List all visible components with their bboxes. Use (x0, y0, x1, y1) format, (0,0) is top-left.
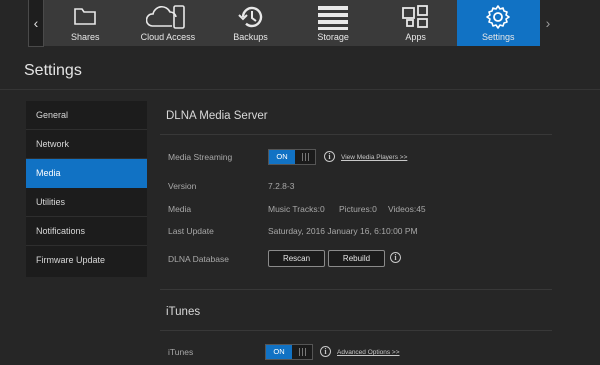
sidebar-item-network[interactable]: Network (26, 130, 147, 159)
nav-item-settings[interactable]: Settings (456, 0, 540, 46)
itunes-label: iTunes (168, 347, 194, 357)
sidebar-item-general[interactable]: General (26, 101, 147, 130)
dlna-database-label: DLNA Database (168, 254, 229, 264)
divider (0, 89, 600, 90)
view-media-players-link[interactable]: View Media Players >> (341, 154, 407, 161)
nav-item-label: Shares (71, 32, 100, 42)
itunes-toggle[interactable]: ON (265, 344, 313, 360)
page-title: Settings (24, 62, 82, 79)
media-label: Media (168, 204, 192, 214)
videos-count: Videos:45 (388, 204, 426, 214)
toggle-grip (292, 345, 312, 359)
divider (160, 330, 552, 331)
nav-item-backups[interactable]: Backups (209, 0, 292, 46)
nav-item-label: Apps (405, 32, 426, 42)
dlna-section-title: DLNA Media Server (166, 110, 268, 122)
info-icon[interactable]: i (320, 346, 331, 357)
advanced-options-link[interactable]: Advanced Options >> (337, 349, 400, 356)
cloud-device-icon (145, 4, 190, 32)
folder-icon (73, 4, 97, 28)
nav-item-cloud-access[interactable]: Cloud Access (127, 0, 210, 46)
divider (160, 289, 552, 290)
nav-strip: Shares Cloud Access Backups Storage Apps (44, 0, 540, 46)
toggle-state: ON (269, 150, 295, 164)
sidebar-item-notifications[interactable]: Notifications (26, 217, 147, 246)
storage-icon (317, 4, 349, 32)
history-icon (236, 4, 264, 32)
nav-scroll-left-button[interactable]: ‹ (28, 0, 44, 47)
toggle-grip (295, 150, 315, 164)
version-label: Version (168, 181, 197, 191)
divider (160, 134, 552, 135)
media-streaming-label: Media Streaming (168, 152, 233, 162)
gear-icon (485, 4, 511, 32)
pictures-count: Pictures:0 (339, 204, 377, 214)
nav-item-label: Storage (317, 32, 349, 42)
info-icon[interactable]: i (390, 252, 401, 263)
toggle-state: ON (266, 345, 292, 359)
info-icon[interactable]: i (324, 151, 335, 162)
nav-item-label: Cloud Access (140, 32, 196, 42)
rescan-button[interactable]: Rescan (268, 250, 325, 267)
top-navigation: ‹ Shares Cloud Access Backups Storage Ap… (0, 0, 600, 48)
sidebar-item-media[interactable]: Media (26, 159, 147, 188)
nav-item-label: Backups (233, 32, 268, 42)
last-update-label: Last Update (168, 226, 214, 236)
music-tracks-count: Music Tracks:0 (268, 204, 325, 214)
settings-sidebar: General Network Media Utilities Notifica… (26, 101, 147, 277)
last-update-value: Saturday, 2016 January 16, 6:10:00 PM (268, 226, 418, 236)
sidebar-item-utilities[interactable]: Utilities (26, 188, 147, 217)
sidebar-item-firmware-update[interactable]: Firmware Update (26, 246, 147, 275)
version-value: 7.2.8-3 (268, 181, 295, 191)
media-streaming-toggle[interactable]: ON (268, 149, 316, 165)
nav-item-shares[interactable]: Shares (44, 0, 127, 46)
nav-item-storage[interactable]: Storage (292, 0, 375, 46)
nav-item-label: Settings (482, 32, 515, 42)
rebuild-button[interactable]: Rebuild (328, 250, 385, 267)
nav-item-apps[interactable]: Apps (374, 0, 457, 46)
apps-icon (401, 4, 431, 30)
itunes-section-title: iTunes (166, 306, 201, 318)
nav-scroll-right-button[interactable]: › (541, 0, 555, 46)
